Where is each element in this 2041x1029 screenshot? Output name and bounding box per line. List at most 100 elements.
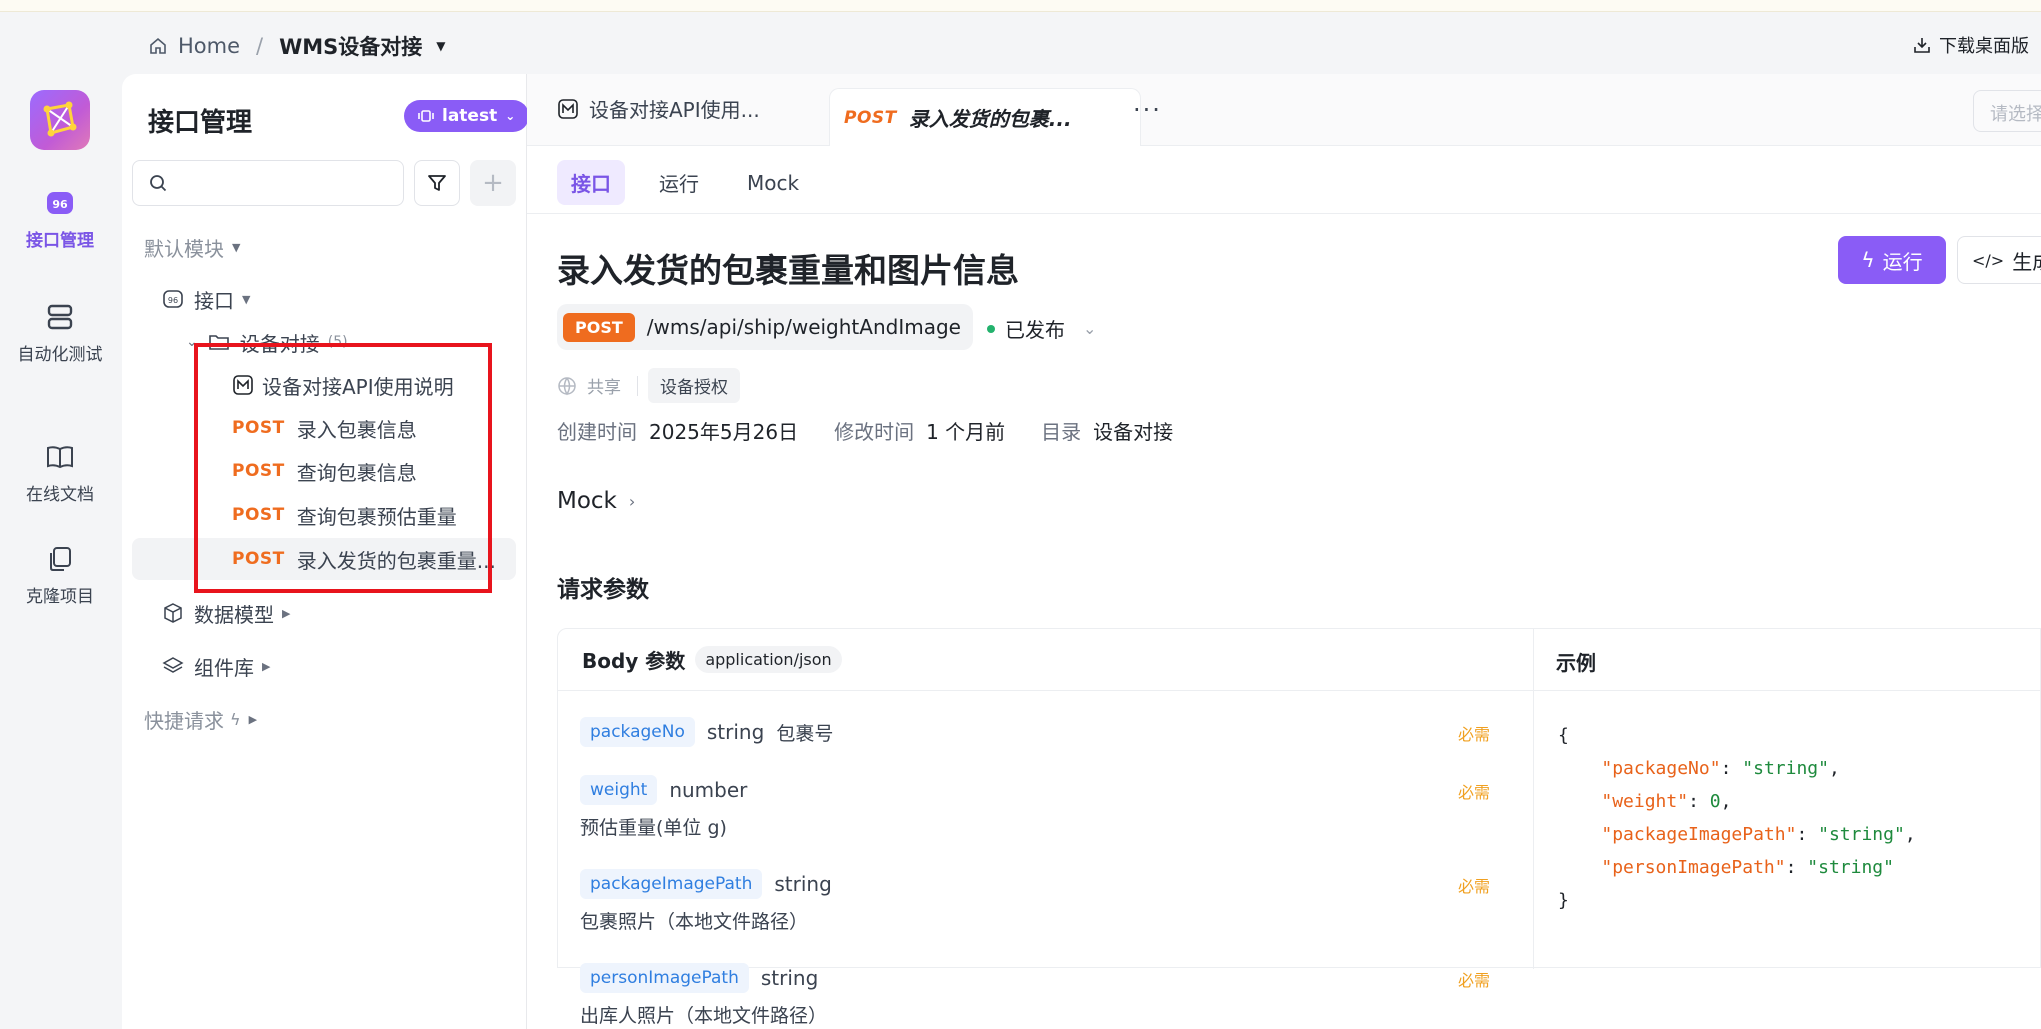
tree-default-module[interactable]: 默认模块 ▼ <box>144 226 544 268</box>
download-icon <box>1914 38 1930 53</box>
required-badge: 必需 <box>1458 877 1491 896</box>
home-icon[interactable] <box>148 36 168 56</box>
param-name[interactable]: packageNo <box>580 717 695 747</box>
filter-button[interactable] <box>414 160 460 206</box>
tree-data-models[interactable]: 数据模型 ▶ <box>162 592 562 634</box>
rail-item-automation-test[interactable]: 自动化测试 <box>0 302 120 365</box>
left-rail: 96 接口管理 自动化测试 在线文档 克隆项目 <box>0 70 120 1029</box>
run-button[interactable]: ϟ 运行 <box>1838 236 1946 284</box>
api-title: 录入发货的包裹重量和图片信息 <box>557 251 1019 290</box>
meta-label: 修改时间 <box>834 420 915 444</box>
meta-value: 1 个月前 <box>926 420 1006 444</box>
params-panel: Body 参数 application/json 示例 packageNo st… <box>557 628 2041 1027</box>
caret-down-icon: ▼ <box>232 240 241 254</box>
status-selector[interactable]: 已发布 ⌄ <box>987 314 1096 343</box>
tab-doc[interactable]: 设备对接API使用... <box>557 94 760 123</box>
meta-label: 目录 <box>1041 420 1082 444</box>
subtab-mock[interactable]: Mock <box>733 163 813 203</box>
code-value: "string" <box>1742 758 1829 779</box>
version-label: latest <box>442 106 498 126</box>
param-row: personImagePath string 出库人照片（本地文件路径） <box>580 963 827 1028</box>
param-name[interactable]: personImagePath <box>580 963 749 993</box>
search-box[interactable] <box>132 160 404 206</box>
tag-chip[interactable]: 设备授权 <box>648 368 740 403</box>
body-params-header: Body 参数 application/json <box>582 645 842 674</box>
rail-label: 自动化测试 <box>17 345 103 365</box>
environment-select[interactable]: 请选择 <box>1973 90 2041 132</box>
breadcrumb-separator: / <box>256 34 264 58</box>
created-meta: 创建时间 2025年5月26日 <box>557 416 798 445</box>
subtab-run[interactable]: 运行 <box>645 160 713 205</box>
code-icon: </> <box>1972 250 2005 270</box>
endpoint[interactable]: POST /wms/api/ship/weightAndImage <box>557 304 973 350</box>
request-params-title: 请求参数 <box>557 577 649 603</box>
param-name[interactable]: packageImagePath <box>580 869 763 899</box>
version-selector[interactable]: latest ⌄ <box>404 100 530 132</box>
tree-label: 组件库 <box>194 655 254 680</box>
api-icon: 96 <box>47 192 73 214</box>
breadcrumb-home[interactable]: Home <box>178 34 240 58</box>
rail-label: 接口管理 <box>26 231 94 251</box>
status-dot-icon <box>987 324 995 333</box>
more-tabs-icon[interactable]: ··· <box>1133 96 1162 124</box>
code-key: "weight" <box>1601 791 1689 812</box>
chevron-down-icon: ⌄ <box>505 109 516 123</box>
code-value: "string" <box>1807 857 1894 878</box>
api-icon: 96 <box>163 290 183 308</box>
search-input[interactable] <box>177 172 377 194</box>
plus-icon: + <box>482 168 504 198</box>
divider <box>527 213 2041 214</box>
endpoint-path: /wms/api/ship/weightAndImage <box>646 315 961 339</box>
tree-components[interactable]: 组件库 ▶ <box>162 645 562 687</box>
generate-code-button[interactable]: </> 生成 <box>1957 236 2041 284</box>
highlight-annotation-box <box>194 343 492 593</box>
content-type-chip[interactable]: application/json <box>695 646 842 673</box>
layers-icon <box>162 657 184 673</box>
subtab-interface[interactable]: 接口 <box>557 160 625 205</box>
param-type: string <box>774 872 832 896</box>
download-desktop-button[interactable]: 下载桌面版 <box>1913 32 2029 58</box>
code-value: "string" <box>1818 824 1905 845</box>
app-logo[interactable] <box>30 90 90 150</box>
tree-label: 数据模型 <box>194 602 274 627</box>
param-type: number <box>669 778 748 802</box>
share-label[interactable]: 共享 <box>587 373 621 398</box>
divider <box>637 375 638 396</box>
version-icon <box>418 110 434 122</box>
tab-label: 设备对接API使用... <box>589 98 760 122</box>
param-name[interactable]: weight <box>580 775 658 805</box>
example-code-block[interactable]: { "packageNo": "string", "weight": 0, "p… <box>1558 719 1916 917</box>
param-desc: 预估重量(单位 g) <box>580 817 727 839</box>
meta-value: 设备对接 <box>1093 420 1174 444</box>
breadcrumb-project[interactable]: WMS设备对接 <box>279 31 422 61</box>
add-button[interactable]: + <box>470 160 516 206</box>
caret-down-icon[interactable]: ▼ <box>436 39 445 53</box>
lightning-icon: ϟ <box>1861 248 1875 272</box>
caret-right-icon: ▶ <box>282 606 291 620</box>
example-label: 示例 <box>1556 651 1596 675</box>
run-label: 运行 <box>1882 249 1923 274</box>
code-punct: , <box>1904 824 1916 845</box>
code-key: "packageNo" <box>1601 758 1721 779</box>
tab-active-api[interactable]: POST 录入发货的包裹... <box>829 88 1141 146</box>
main-panel: 设备对接API使用... POST 录入发货的包裹... ··· 请选择 接口 … <box>527 74 2041 1029</box>
rail-item-clone-project[interactable]: 克隆项目 <box>0 544 120 607</box>
tree-quick-request[interactable]: 快捷请求 ϟ ▶ <box>144 698 544 740</box>
required-badge: 必需 <box>1458 725 1491 744</box>
meta-row: 创建时间 2025年5月26日 修改时间 1 个月前 目录 设备对接 <box>557 416 1173 445</box>
rail-item-online-docs[interactable]: 在线文档 <box>0 442 120 505</box>
code-value: 0 <box>1709 791 1721 812</box>
chevron-right-icon: › <box>628 491 636 511</box>
param-desc: 出库人照片（本地文件路径） <box>580 1005 828 1027</box>
tree-label: 接口 <box>194 288 234 313</box>
download-label: 下载桌面版 <box>1939 36 2029 57</box>
cube-icon <box>164 603 182 623</box>
rail-item-api-management[interactable]: 96 接口管理 <box>0 188 120 251</box>
lightning-icon: ϟ <box>230 709 241 729</box>
generate-label: 生成 <box>2012 249 2041 274</box>
param-type: string <box>760 966 819 990</box>
tree-interfaces[interactable]: 96 接口 ▼ <box>162 278 562 320</box>
mock-section-link[interactable]: Mock › <box>557 488 635 514</box>
column-divider <box>1533 629 1534 969</box>
param-type: string <box>706 720 765 744</box>
